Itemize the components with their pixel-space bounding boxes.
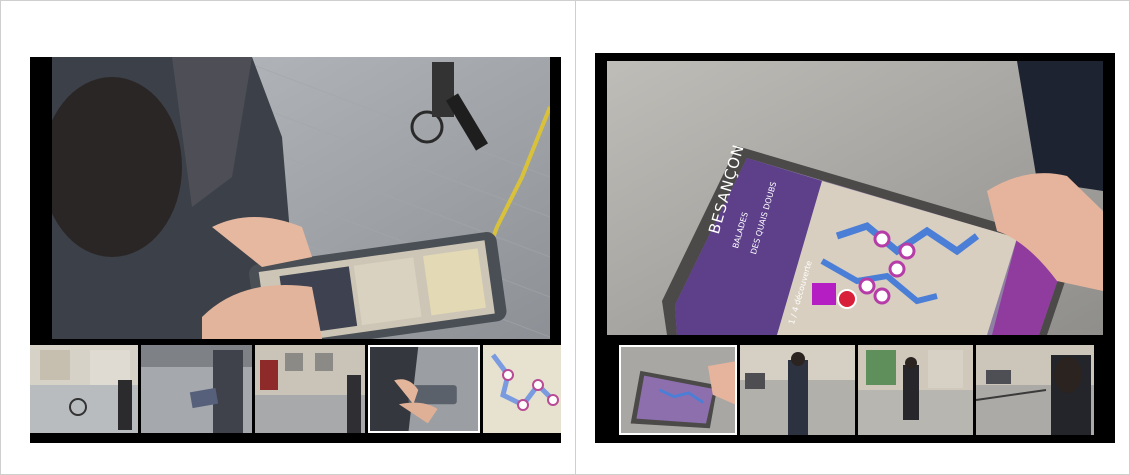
thumbnail-selected[interactable] bbox=[368, 345, 480, 433]
thumbnail[interactable] bbox=[858, 345, 973, 435]
thumbnail[interactable] bbox=[255, 345, 365, 433]
left-photo-viewer bbox=[30, 57, 561, 443]
thumbnail-strip bbox=[619, 345, 1097, 435]
thumbnail[interactable] bbox=[483, 345, 561, 433]
main-photo-image bbox=[52, 57, 550, 339]
thumbnail[interactable] bbox=[976, 345, 1094, 435]
right-photo-viewer: BESANÇON BALADES DES QUAIS DOUBS 1 / 4 d… bbox=[595, 53, 1115, 443]
thumbnail-selected[interactable] bbox=[619, 345, 737, 435]
main-photo[interactable] bbox=[52, 57, 550, 339]
figure-frame: BESANÇON BALADES DES QUAIS DOUBS 1 / 4 d… bbox=[0, 0, 1130, 475]
main-photo[interactable]: BESANÇON BALADES DES QUAIS DOUBS 1 / 4 d… bbox=[607, 61, 1103, 335]
thumbnail[interactable] bbox=[141, 345, 252, 433]
thumbnail[interactable] bbox=[30, 345, 138, 433]
main-photo-image bbox=[607, 61, 1103, 335]
thumbnail[interactable] bbox=[740, 345, 855, 435]
column-divider bbox=[575, 1, 576, 474]
thumbnail-strip bbox=[30, 345, 561, 433]
